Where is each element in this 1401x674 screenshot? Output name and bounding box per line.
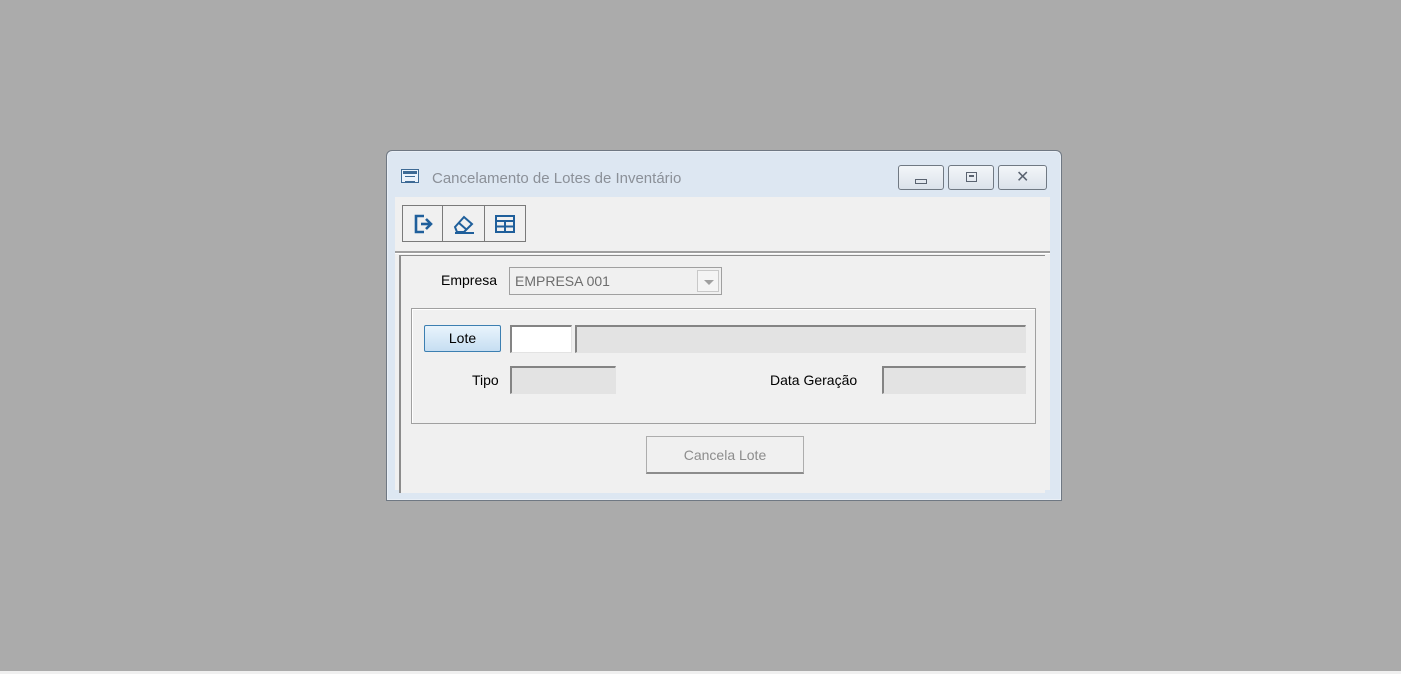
grid-button[interactable] [484, 205, 526, 242]
restore-icon [966, 172, 977, 182]
cancel-lote-button[interactable]: Cancela Lote [646, 436, 804, 474]
lote-description-field [575, 325, 1026, 353]
client-area: Empresa EMPRESA 001 Lote Tipo Data Geraç… [395, 197, 1050, 493]
minimize-button[interactable] [898, 165, 944, 190]
empresa-select[interactable]: EMPRESA 001 [509, 267, 722, 295]
clear-button[interactable] [442, 205, 484, 242]
tipo-field [510, 366, 616, 394]
empresa-value: EMPRESA 001 [515, 273, 610, 289]
app-icon [401, 169, 419, 183]
lote-group: Lote Tipo Data Geração [411, 308, 1036, 424]
minimize-icon [915, 179, 927, 184]
table-icon [495, 214, 515, 233]
maximize-button[interactable] [948, 165, 994, 190]
form-panel: Empresa EMPRESA 001 Lote Tipo Data Geraç… [399, 255, 1045, 493]
eraser-icon [453, 215, 474, 234]
window-title: Cancelamento de Lotes de Inventário [432, 170, 682, 187]
exit-icon [414, 214, 433, 233]
tipo-label: Tipo [472, 372, 499, 388]
data-geracao-field [882, 366, 1026, 394]
main-window: Cancelamento de Lotes de Inventário ✕ Em… [386, 150, 1062, 501]
close-button[interactable]: ✕ [998, 165, 1047, 190]
close-icon: ✕ [1016, 167, 1030, 186]
data-geracao-label: Data Geração [770, 372, 858, 388]
toolbar [402, 205, 526, 242]
empresa-label: Empresa [441, 272, 498, 288]
exit-button[interactable] [402, 205, 442, 242]
chevron-down-icon[interactable] [697, 270, 719, 292]
title-bar[interactable]: Cancelamento de Lotes de Inventário ✕ [387, 151, 1061, 197]
lote-code-field[interactable] [510, 325, 572, 353]
lote-button[interactable]: Lote [424, 325, 501, 352]
toolbar-separator [395, 251, 1050, 254]
